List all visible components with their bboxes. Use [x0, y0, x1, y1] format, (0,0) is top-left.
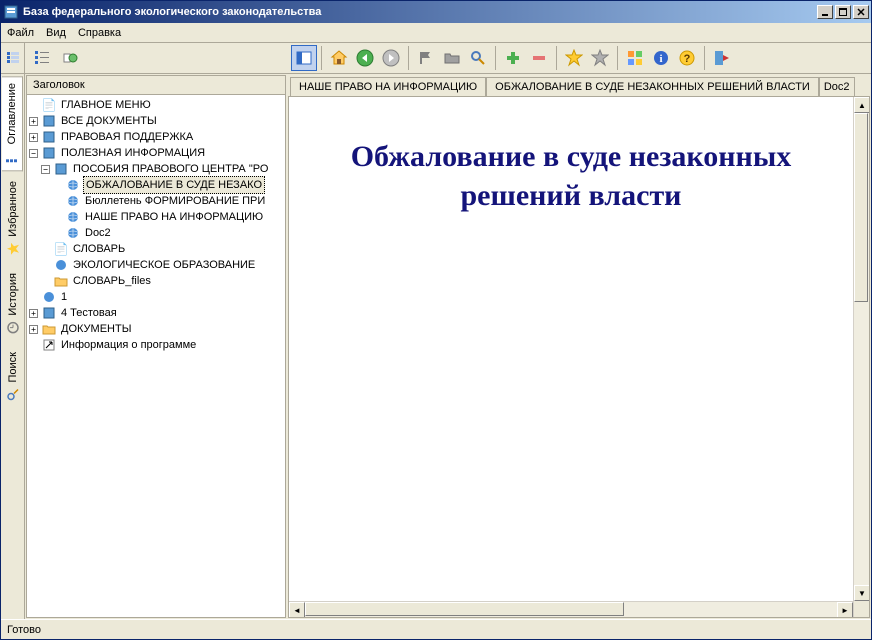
sidetab-search[interactable]: Поиск: [3, 346, 23, 408]
side-tabs: Оглавление Избранное История Поиск: [1, 74, 25, 619]
close-button[interactable]: [853, 5, 869, 19]
panel-toggle-button[interactable]: [291, 45, 317, 71]
globe-icon: [65, 209, 81, 225]
window-title: База федерального экологического законод…: [23, 6, 815, 18]
doc-content[interactable]: Обжалование в суде незаконных решений вл…: [289, 97, 853, 601]
doc-viewer: Обжалование в суде незаконных решений вл…: [288, 97, 870, 618]
search-icon: [5, 386, 21, 402]
book-icon: [41, 305, 57, 321]
tree-tool-1[interactable]: [29, 45, 55, 71]
tree-item[interactable]: 4 Тестовая: [59, 305, 119, 321]
tree-item[interactable]: 1: [59, 289, 69, 305]
scroll-right-button[interactable]: ►: [837, 602, 853, 618]
back-button[interactable]: [352, 45, 378, 71]
doc-tabs: НАШЕ ПРАВО НА ИНФОРМАЦИЮ ОБЖАЛОВАНИЕ В С…: [288, 75, 870, 97]
help-button[interactable]: ?: [674, 45, 700, 71]
tree-item[interactable]: СЛОВАРЬ: [71, 241, 127, 257]
scroll-down-button[interactable]: ▼: [854, 585, 870, 601]
tree-item[interactable]: ПОСОБИЯ ПРАВОВОГО ЦЕНТРА "РО: [71, 161, 270, 177]
tree-item[interactable]: Информация о программе: [59, 337, 198, 353]
clock-icon: [5, 320, 21, 336]
tree-item[interactable]: ГЛАВНОЕ МЕНЮ: [59, 97, 153, 113]
doc-tab-active[interactable]: ОБЖАЛОВАНИЕ В СУДЕ НЕЗАКОННЫХ РЕШЕНИЙ ВЛ…: [486, 77, 819, 96]
collapse-icon[interactable]: −: [41, 165, 50, 174]
globe-icon: [65, 193, 81, 209]
horizontal-scrollbar[interactable]: ◄ ►: [289, 601, 853, 617]
fav-yellow-button[interactable]: [561, 45, 587, 71]
tree-body[interactable]: 📄ГЛАВНОЕ МЕНЮ +ВСЕ ДОКУМЕНТЫ +ПРАВОВАЯ П…: [27, 95, 285, 617]
expand-icon[interactable]: +: [29, 133, 38, 142]
menubar: Файл Вид Справка: [1, 23, 871, 43]
tree-item-selected[interactable]: ОБЖАЛОВАНИЕ В СУДЕ НЕЗАКО: [83, 176, 265, 194]
tree-header: Заголовок: [27, 76, 285, 95]
expand-icon[interactable]: +: [29, 309, 38, 318]
sidetab-history[interactable]: История: [3, 267, 23, 342]
sidetab-toc[interactable]: Оглавление: [2, 76, 23, 171]
tree-item[interactable]: ПРАВОВАЯ ПОДДЕРЖКА: [59, 129, 195, 145]
shortcut-icon: [41, 337, 57, 353]
book-icon: [53, 161, 69, 177]
globe-icon: [41, 289, 57, 305]
doc-tab[interactable]: Doc2: [819, 77, 855, 96]
scroll-up-button[interactable]: ▲: [854, 97, 870, 113]
status-text: Готово: [7, 624, 41, 636]
info-button[interactable]: i: [648, 45, 674, 71]
book-icon: [41, 129, 57, 145]
search-button[interactable]: [465, 45, 491, 71]
tree-item[interactable]: ПОЛЕЗНАЯ ИНФОРМАЦИЯ: [59, 145, 207, 161]
scroll-left-button[interactable]: ◄: [289, 602, 305, 618]
tree-item[interactable]: Doc2: [83, 225, 113, 241]
tree-item[interactable]: ДОКУМЕНТЫ: [59, 321, 133, 337]
maximize-button[interactable]: [835, 5, 851, 19]
page-icon: 📄: [53, 241, 69, 257]
tree-item[interactable]: НАШЕ ПРАВО НА ИНФОРМАЦИЮ: [83, 209, 265, 225]
tree-item[interactable]: ЭКОЛОГИЧЕСКОЕ ОБРАЗОВАНИЕ: [71, 257, 257, 273]
app-window: База федерального экологического законод…: [0, 0, 872, 640]
svg-text:?: ?: [684, 53, 691, 65]
tree-item[interactable]: СЛОВАРЬ_files: [71, 273, 153, 289]
titlebar: База федерального экологического законод…: [1, 1, 871, 23]
globe-icon: [53, 257, 69, 273]
tree-item[interactable]: Бюллетень ФОРМИРОВАНИЕ ПРИ: [83, 193, 267, 209]
svg-text:i: i: [659, 53, 662, 65]
menu-help[interactable]: Справка: [78, 27, 121, 39]
flag-button[interactable]: [413, 45, 439, 71]
menu-file[interactable]: Файл: [7, 27, 34, 39]
tree-panel: Заголовок 📄ГЛАВНОЕ МЕНЮ +ВСЕ ДОКУМЕНТЫ +…: [26, 75, 286, 618]
doc-tab[interactable]: НАШЕ ПРАВО НА ИНФОРМАЦИЮ: [290, 77, 486, 96]
expand-icon[interactable]: +: [29, 325, 38, 334]
globe-icon: [65, 225, 81, 241]
fav-gray-button[interactable]: [587, 45, 613, 71]
sidetab-fav[interactable]: Избранное: [3, 175, 23, 263]
minimize-button[interactable]: [817, 5, 833, 19]
globe-icon: [65, 177, 81, 193]
page-icon: 📄: [41, 97, 57, 113]
vertical-scrollbar[interactable]: ▲ ▼: [853, 97, 869, 617]
star-icon: [5, 241, 21, 257]
add-button[interactable]: [500, 45, 526, 71]
home-button[interactable]: [326, 45, 352, 71]
tree-item[interactable]: ВСЕ ДОКУМЕНТЫ: [59, 113, 159, 129]
exit-button[interactable]: [709, 45, 735, 71]
book-icon: [41, 145, 57, 161]
list-icon: [4, 148, 20, 164]
statusbar: Готово: [1, 619, 871, 639]
apps-button[interactable]: [622, 45, 648, 71]
folder-button[interactable]: [439, 45, 465, 71]
folder-icon: [41, 321, 57, 337]
menu-view[interactable]: Вид: [46, 27, 66, 39]
toc-tool-icon[interactable]: [3, 48, 23, 68]
folder-icon: [53, 273, 69, 289]
tree-tool-2[interactable]: [57, 45, 83, 71]
doc-title: Обжалование в суде незаконных решений вл…: [309, 137, 833, 215]
expand-icon[interactable]: +: [29, 117, 38, 126]
remove-button[interactable]: [526, 45, 552, 71]
collapse-icon[interactable]: −: [29, 149, 38, 158]
forward-button[interactable]: [378, 45, 404, 71]
app-icon: [3, 4, 19, 20]
main-area: НАШЕ ПРАВО НА ИНФОРМАЦИЮ ОБЖАЛОВАНИЕ В С…: [288, 75, 870, 618]
book-icon: [41, 113, 57, 129]
